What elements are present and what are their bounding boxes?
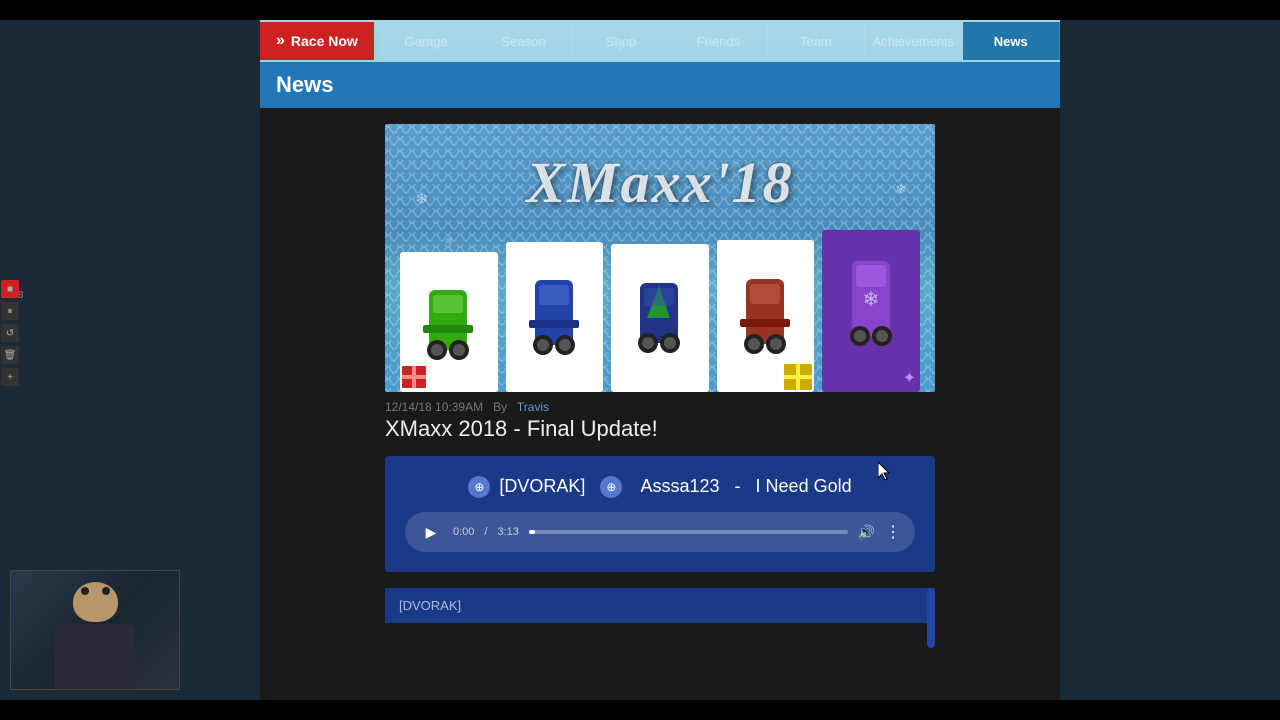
time-total: 3:13: [497, 526, 518, 538]
scroll-author-tag: [DVORAK]: [399, 598, 461, 613]
music-embed: ⊕ [DVORAK] ⊕ Asssa123 - I Need Gold ▶ 0:…: [385, 456, 935, 572]
banner-bg: XMaxx'18 ❄ ❄ ❄: [385, 124, 935, 392]
top-black-bar: [0, 0, 1280, 20]
more-options-button[interactable]: ⋮: [885, 522, 901, 542]
progress-fill: [529, 530, 535, 534]
webcam-overlay: [10, 570, 180, 690]
right-panel: [1060, 0, 1280, 720]
tab-team[interactable]: Team: [768, 22, 865, 60]
article-date: 12/14/18 10:39AM: [385, 400, 483, 414]
navigation-bar: » Race Now Garage Season Shop Friends Te…: [260, 20, 1060, 62]
car-cards-row: ❄ ✦: [400, 217, 920, 392]
race-now-button[interactable]: » Race Now: [260, 22, 374, 60]
play-button[interactable]: ▶: [419, 520, 443, 544]
news-panel-header: News: [260, 62, 1060, 108]
race-now-chevron-icon: »: [276, 32, 285, 50]
news-body[interactable]: XMaxx'18 ❄ ❄ ❄: [260, 108, 1060, 700]
stop-button[interactable]: ■: [1, 280, 19, 298]
tab-shop[interactable]: Shop: [573, 22, 670, 60]
add-button[interactable]: +: [1, 368, 19, 386]
article-by: By: [493, 400, 507, 414]
article-title: XMaxx 2018 - Final Update!: [385, 416, 935, 442]
car-card-4: [717, 240, 815, 392]
volume-button[interactable]: 🔊: [858, 524, 875, 541]
car-card-1: [400, 252, 498, 392]
car-card-3: [611, 244, 709, 392]
artist1-badge-icon: ⊕: [468, 476, 490, 498]
progress-bar[interactable]: [529, 530, 848, 534]
svg-text:❄: ❄: [415, 191, 428, 208]
car-card-5: ❄ ✦: [822, 230, 920, 392]
time-current: 0:00: [453, 526, 474, 538]
tab-garage[interactable]: Garage: [378, 22, 475, 60]
article-author: Travis: [517, 400, 549, 414]
song-dash: -: [735, 476, 741, 496]
article-meta: 12/14/18 10:39AM By Travis: [385, 400, 935, 414]
article-banner: XMaxx'18 ❄ ❄ ❄: [385, 124, 935, 392]
car-card-2: [506, 242, 604, 392]
time-separator: /: [484, 526, 487, 538]
song-title: I Need Gold: [756, 476, 852, 496]
main-content: News: [260, 62, 1060, 700]
music-title: ⊕ [DVORAK] ⊕ Asssa123 - I Need Gold: [405, 476, 915, 498]
audio-player[interactable]: ▶ 0:00 / 3:13 🔊 ⋮: [405, 512, 915, 552]
tab-season[interactable]: Season: [475, 22, 572, 60]
tab-news[interactable]: News: [963, 22, 1060, 60]
pause-button[interactable]: ⏸: [1, 302, 19, 320]
tab-achievements[interactable]: Achievements: [865, 22, 962, 60]
replay-button[interactable]: ↺: [1, 324, 19, 342]
bottom-black-bar: [0, 700, 1280, 720]
delete-button[interactable]: 🗑: [1, 346, 19, 364]
tab-friends[interactable]: Friends: [670, 22, 767, 60]
nav-tabs: Garage Season Shop Friends Team Achievem…: [378, 22, 1060, 60]
scroll-preview: [DVORAK]: [385, 588, 935, 623]
left-controls: ■ ⏸ ↺ 🗑 +: [0, 280, 20, 386]
artist2-badge-icon: ⊕: [600, 476, 622, 498]
race-now-label: Race Now: [291, 33, 358, 49]
news-panel: News: [260, 62, 1060, 700]
left-panel: 1:08 ■ ⏸ ↺ 🗑 +: [0, 0, 260, 720]
svg-text:❄: ❄: [895, 181, 907, 197]
scrollbar[interactable]: [927, 588, 935, 648]
artist1-name: [DVORAK]: [499, 476, 585, 496]
artist2-name: Asssa123: [640, 476, 719, 496]
svg-text:❄: ❄: [862, 289, 879, 311]
webcam-feed: [11, 571, 179, 689]
